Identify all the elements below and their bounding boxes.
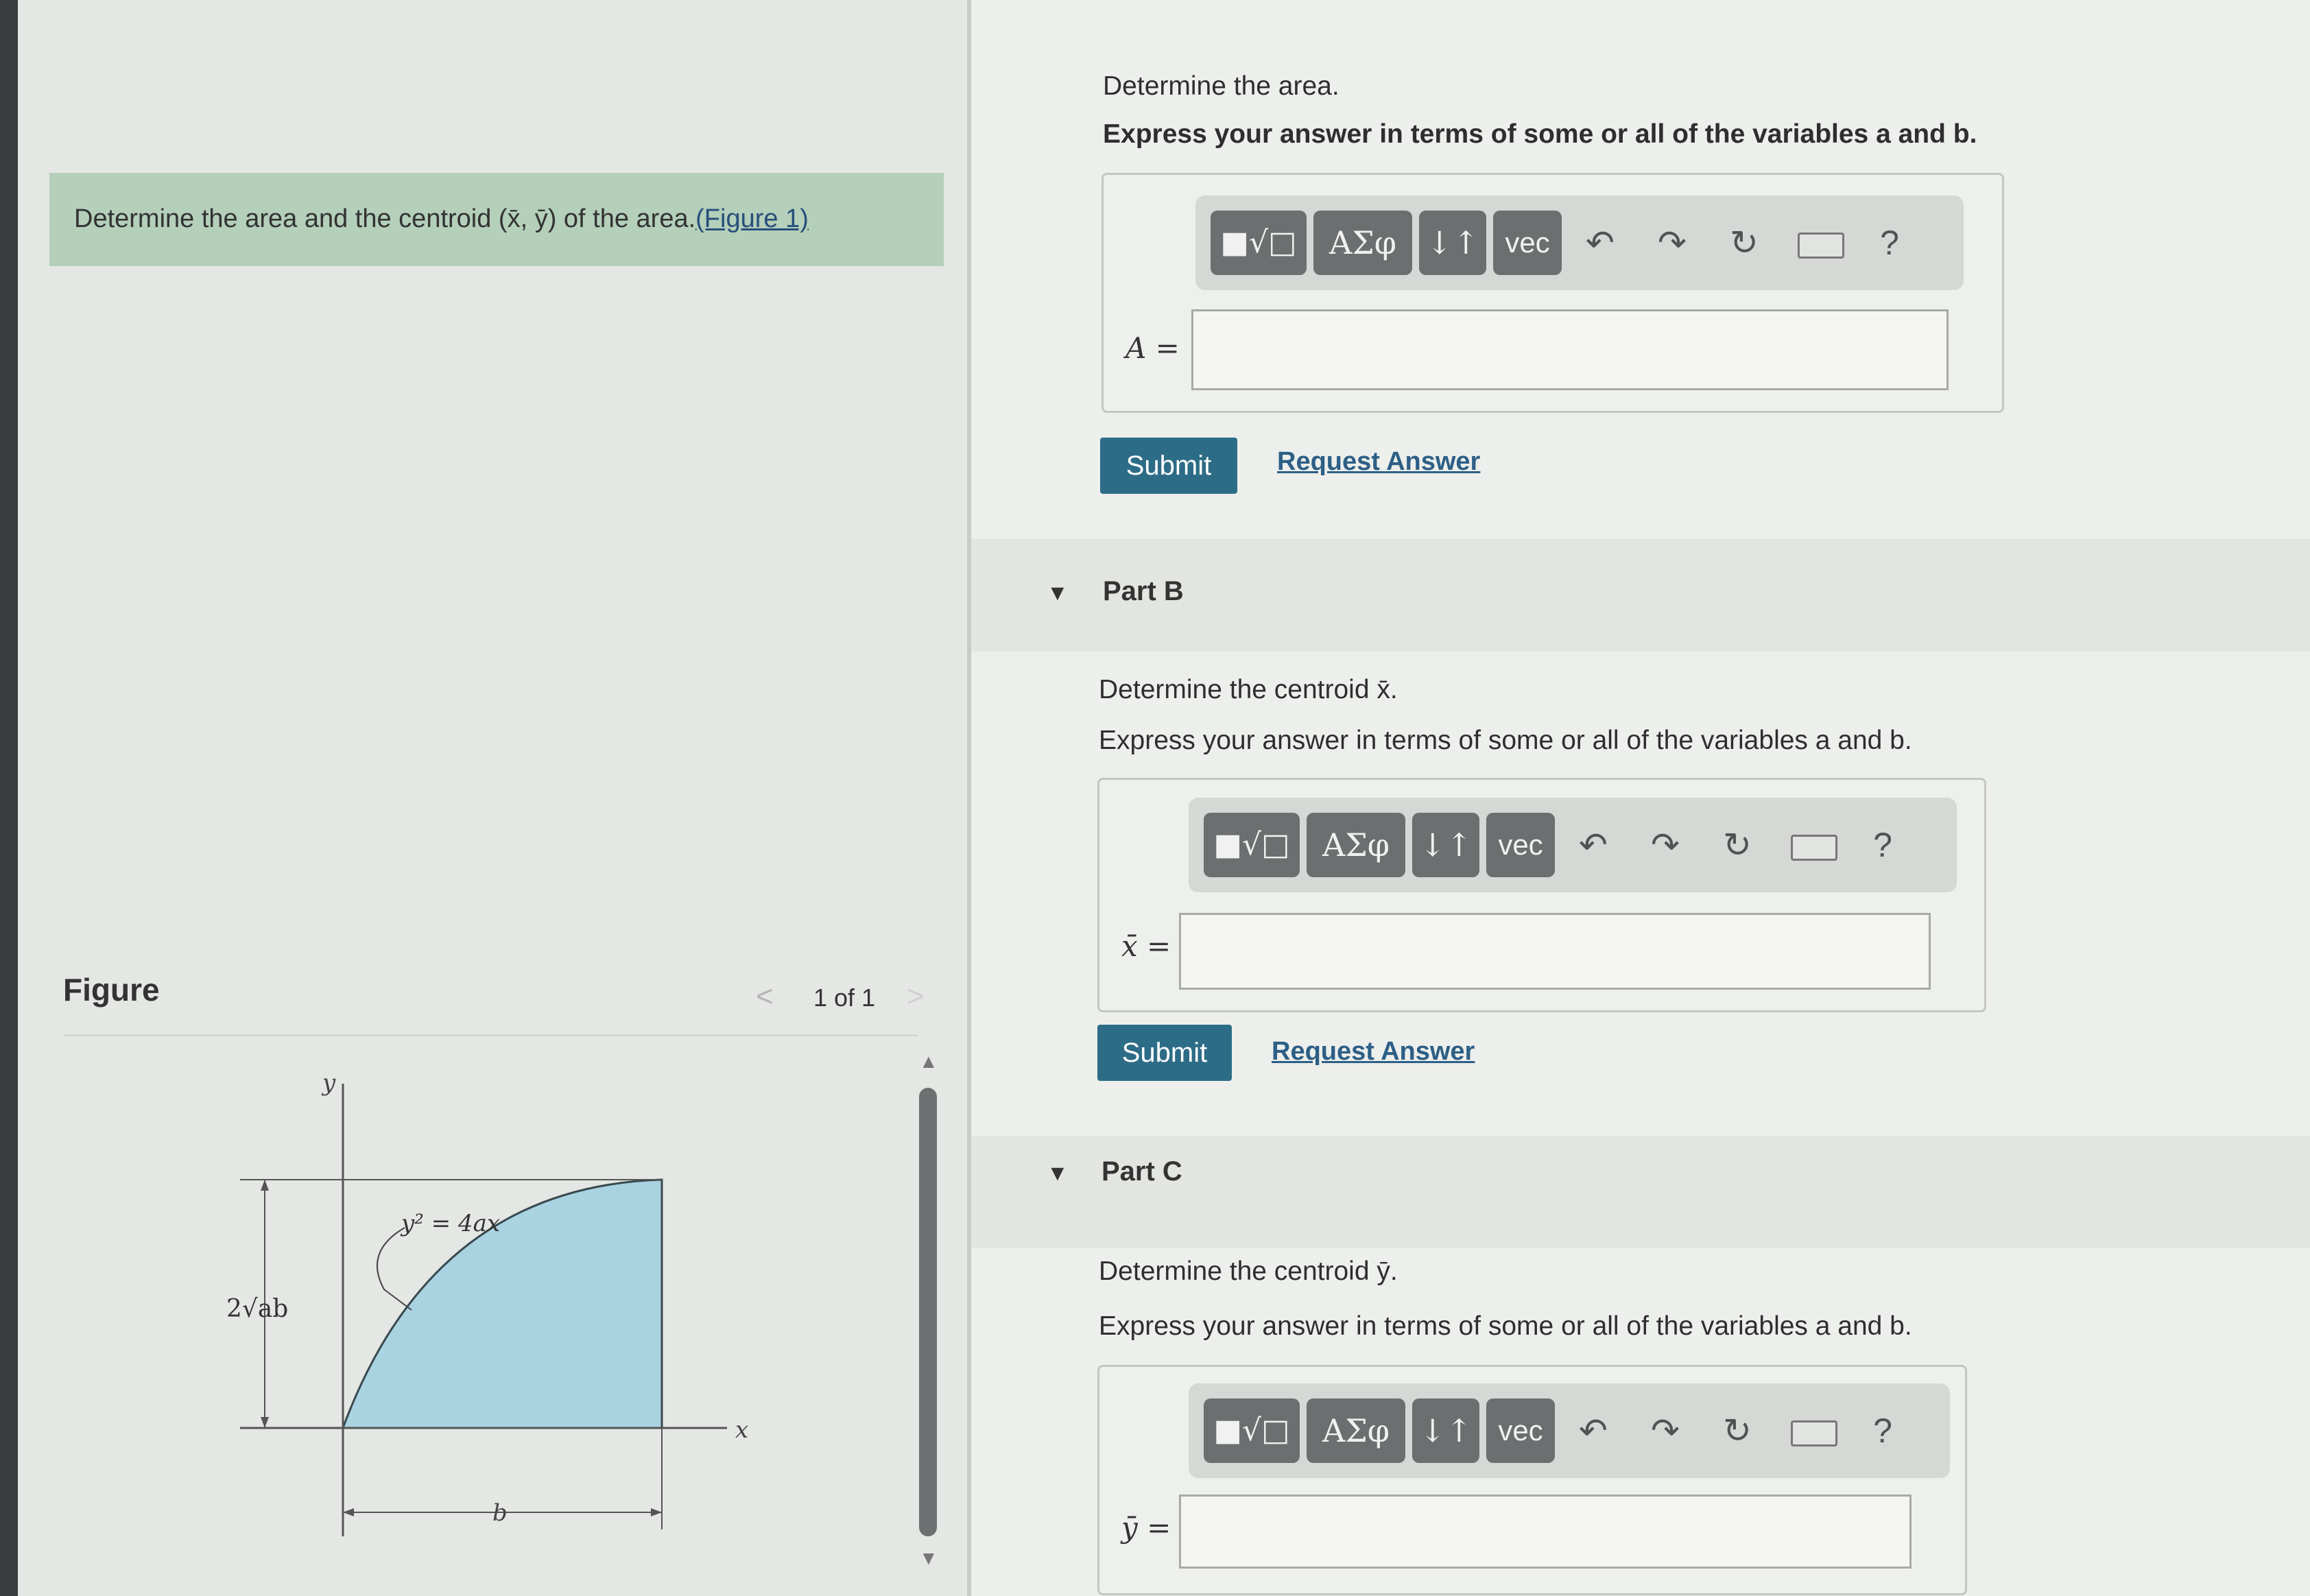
height-arrow-top <box>261 1180 269 1191</box>
figure-link[interactable]: (Figure 1) <box>695 204 809 233</box>
part-b-prompt: Determine the centroid x̄. <box>1099 675 1398 704</box>
redo-icon[interactable]: ↷ <box>1645 1398 1686 1463</box>
area-label: A = <box>1126 331 1180 365</box>
undo-icon[interactable]: ↶ <box>1573 1398 1614 1463</box>
area-input[interactable] <box>1191 309 1949 390</box>
shaded-area <box>341 1178 663 1429</box>
part-b-answer-box: ■√□ ΑΣφ ↓↑ vec ↶ ↷ ↻ ? x̄ = <box>1097 778 1986 1012</box>
collapse-caret-icon[interactable]: ▼ <box>1047 580 1069 606</box>
x-axis-label: x <box>735 1416 748 1444</box>
width-arrow-right <box>651 1508 662 1516</box>
height-label: 2√ab <box>226 1295 288 1323</box>
symbols-button[interactable]: ΑΣφ <box>1307 1398 1405 1463</box>
x-centroid-input[interactable] <box>1179 913 1931 990</box>
x-centroid-label: x̄ = <box>1121 929 1171 963</box>
width-arrow-left <box>343 1508 354 1516</box>
figure-scrollbar[interactable] <box>919 1088 937 1536</box>
part-c-title: Part C <box>1102 1156 1182 1187</box>
scroll-down-icon[interactable]: ▼ <box>919 1547 938 1569</box>
problem-statement-banner: Determine the area and the centroid (x̄,… <box>49 173 944 266</box>
part-c-instruction: Express your answer in terms of some or … <box>1099 1311 1912 1341</box>
problem-statement: Determine the area and the centroid (x̄,… <box>74 204 696 233</box>
part-b-request-answer-link[interactable]: Request Answer <box>1272 1037 1475 1067</box>
figure-divider <box>63 1034 918 1036</box>
subscript-button[interactable]: ↓↑ <box>1412 813 1479 877</box>
help-icon[interactable]: ? <box>1869 211 1910 275</box>
subscript-button[interactable]: ↓↑ <box>1412 1398 1479 1463</box>
part-b-instruction: Express your answer in terms of some or … <box>1099 726 1912 755</box>
height-arrow-bottom <box>261 1417 269 1428</box>
help-icon[interactable]: ? <box>1862 813 1903 877</box>
part-a-request-answer-link[interactable]: Request Answer <box>1277 447 1480 477</box>
undo-icon[interactable]: ↶ <box>1580 211 1621 275</box>
redo-icon[interactable]: ↷ <box>1652 211 1693 275</box>
reset-icon[interactable]: ↻ <box>1724 211 1765 275</box>
help-icon[interactable]: ? <box>1862 1398 1903 1463</box>
subscript-button[interactable]: ↓↑ <box>1419 211 1486 275</box>
part-a-prompt: Determine the area. <box>1103 71 1339 101</box>
chevron-left-icon[interactable]: < <box>756 979 774 1014</box>
vector-button[interactable]: vec <box>1486 813 1555 877</box>
templates-button[interactable]: ■√□ <box>1211 211 1307 275</box>
equation-leader <box>377 1227 412 1311</box>
part-a-answer-box: ■√□ ΑΣφ ↓↑ vec ↶ ↷ ↻ ? A = <box>1102 173 2004 413</box>
keyboard-icon[interactable] <box>1791 1420 1837 1446</box>
templates-button[interactable]: ■√□ <box>1204 813 1300 877</box>
symbols-button[interactable]: ΑΣφ <box>1313 211 1412 275</box>
math-toolbar: ■√□ ΑΣφ ↓↑ vec ↶ ↷ ↻ ? <box>1189 798 1957 892</box>
vector-button[interactable]: vec <box>1493 211 1562 275</box>
part-b-submit-button[interactable]: Submit <box>1097 1025 1232 1081</box>
keyboard-icon[interactable] <box>1798 233 1844 259</box>
reset-icon[interactable]: ↻ <box>1717 1398 1758 1463</box>
y-axis-label: y <box>321 1069 336 1097</box>
width-label: b <box>492 1499 508 1527</box>
figure-title: Figure <box>63 972 160 1008</box>
redo-icon[interactable]: ↷ <box>1645 813 1686 877</box>
part-a-submit-button[interactable]: Submit <box>1100 438 1237 494</box>
symbols-button[interactable]: ΑΣφ <box>1307 813 1405 877</box>
part-c-answer-box: ■√□ ΑΣφ ↓↑ vec ↶ ↷ ↻ ? ȳ = <box>1097 1365 1967 1595</box>
scroll-up-icon[interactable]: ▲ <box>919 1051 938 1073</box>
part-a-instruction: Express your answer in terms of some or … <box>1103 119 1977 149</box>
undo-icon[interactable]: ↶ <box>1573 813 1614 877</box>
part-c-prompt: Determine the centroid ȳ. <box>1099 1256 1398 1286</box>
figure-diagram: y x y² = 4ax 2√ab b <box>226 1069 748 1536</box>
math-toolbar: ■√□ ΑΣφ ↓↑ vec ↶ ↷ ↻ ? <box>1189 1383 1950 1478</box>
part-b-title: Part B <box>1103 576 1184 606</box>
y-centroid-label: ȳ = <box>1121 1511 1171 1545</box>
chevron-right-icon[interactable]: > <box>907 979 925 1014</box>
window-edge <box>0 0 18 1596</box>
y-centroid-input[interactable] <box>1179 1494 1912 1569</box>
part-c-header[interactable] <box>971 1136 2310 1248</box>
templates-button[interactable]: ■√□ <box>1204 1398 1300 1463</box>
equation-label: y² = 4ax <box>400 1210 500 1237</box>
reset-icon[interactable]: ↻ <box>1717 813 1758 877</box>
figure-pager: 1 of 1 <box>813 984 876 1012</box>
vector-button[interactable]: vec <box>1486 1398 1555 1463</box>
math-toolbar: ■√□ ΑΣφ ↓↑ vec ↶ ↷ ↻ ? <box>1195 195 1964 290</box>
keyboard-icon[interactable] <box>1791 835 1837 861</box>
collapse-caret-icon[interactable]: ▼ <box>1047 1160 1069 1186</box>
